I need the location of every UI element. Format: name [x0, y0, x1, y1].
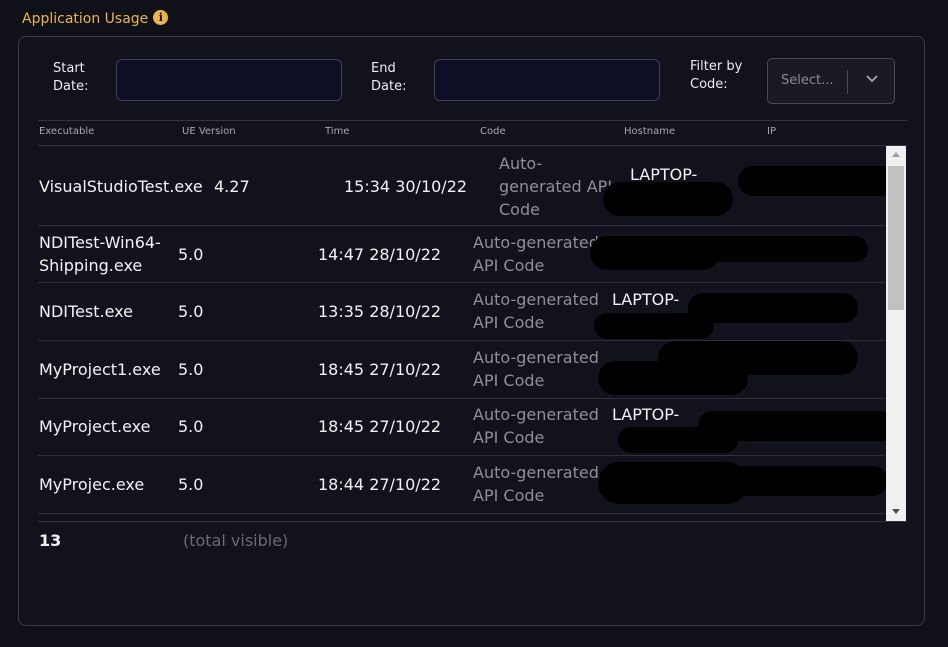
cell-code-line1: Auto-generated: [473, 290, 599, 309]
filter-code-label: Filter by Code:: [690, 58, 742, 94]
cell-hostname: LAPTOP-: [612, 290, 680, 309]
cell-code: Auto-generated API Code: [473, 461, 599, 507]
usage-panel: Start Date: End Date: Filter by Code: Se…: [18, 36, 925, 626]
start-date-input[interactable]: [116, 59, 342, 101]
table-row[interactable]: NDITest-Win64- Shipping.exe 5.0 14:47 28…: [38, 226, 885, 283]
cell-executable-line1: NDITest-Win64-: [39, 233, 161, 252]
cell-code: Auto-generated API Code: [473, 288, 599, 334]
redaction-mark: [603, 182, 733, 216]
select-separator: [847, 70, 848, 94]
cell-code-line2: API Code: [473, 428, 545, 447]
cell-ue-version: 4.27: [214, 177, 250, 196]
cell-time: 13:35 28/10/22: [318, 302, 442, 321]
code-filter-select[interactable]: Select...: [767, 58, 895, 104]
cell-code-line1: Auto-generated: [473, 463, 599, 482]
cell-code-line1: Auto-: [499, 154, 543, 173]
cell-ue-version: 5.0: [178, 245, 204, 264]
cell-time: 18:45 27/10/22: [318, 417, 442, 436]
cell-time: 18:44 27/10/22: [318, 475, 442, 494]
redaction-mark: [738, 166, 898, 196]
cell-code: Auto- generated API Code: [499, 152, 612, 221]
column-header-code[interactable]: Code: [480, 126, 506, 137]
chevron-down-icon[interactable]: [864, 71, 880, 87]
cell-executable: NDITest.exe: [39, 302, 133, 321]
start-date-label-line1: Start: [53, 61, 85, 76]
cell-code-line2: API Code: [473, 371, 545, 390]
scroll-up-arrow-icon[interactable]: [886, 146, 906, 164]
column-header-hostname[interactable]: Hostname: [624, 126, 675, 137]
redaction-mark: [658, 341, 858, 375]
cell-executable: NDITest-Win64- Shipping.exe: [39, 231, 161, 277]
start-date-label-line2: Date:: [53, 79, 89, 94]
cell-time: 15:34 30/10/22: [344, 177, 468, 196]
table-row[interactable]: MyProjec.exe 5.0 18:44 27/10/22 Auto-gen…: [38, 456, 888, 514]
header-top-divider: [38, 120, 907, 121]
section-title: Application Usage: [22, 11, 149, 27]
cell-ue-version: 5.0: [178, 360, 204, 379]
table-row[interactable]: MyProject1.exe 5.0 18:45 27/10/22 Auto-g…: [38, 341, 885, 399]
redaction-mark: [698, 411, 904, 441]
section-header: Application Usage i: [22, 9, 169, 27]
total-visible-label: (total visible): [183, 531, 289, 550]
start-date-label: Start Date:: [53, 60, 88, 96]
table-bottom-divider: [38, 521, 907, 522]
cell-executable: MyProject.exe: [39, 417, 151, 436]
column-header-time[interactable]: Time: [325, 126, 349, 137]
column-header-ue-version[interactable]: UE Version: [182, 126, 236, 137]
cell-code-line3: Code: [499, 200, 540, 219]
cell-code-line1: Auto-generated: [473, 348, 599, 367]
cell-executable-line2: Shipping.exe: [39, 256, 143, 275]
table-row[interactable]: MyProject.exe 5.0 18:45 27/10/22 Auto-ge…: [38, 399, 904, 456]
cell-executable: MyProject1.exe: [39, 360, 161, 379]
cell-code: Auto-generated API Code: [473, 403, 599, 449]
cell-executable: VisualStudioTest.exe: [39, 177, 203, 196]
cell-ue-version: 5.0: [178, 417, 204, 436]
table-scrollbar[interactable]: [886, 146, 906, 521]
redaction-mark: [728, 466, 888, 496]
end-date-label-line1: End: [371, 61, 396, 76]
column-header-ip[interactable]: IP: [767, 126, 776, 137]
cell-time: 14:47 28/10/22: [318, 245, 442, 264]
code-select-placeholder: Select...: [781, 73, 834, 88]
cell-time: 18:45 27/10/22: [318, 360, 442, 379]
info-icon[interactable]: i: [153, 9, 169, 25]
cell-code-line2: API Code: [473, 313, 545, 332]
filter-code-label-line1: Filter by: [690, 59, 743, 74]
end-date-label: End Date:: [371, 60, 406, 96]
cell-code-line2: API Code: [473, 486, 545, 505]
end-date-label-line2: Date:: [371, 79, 407, 94]
scroll-down-arrow-icon[interactable]: [886, 503, 906, 521]
cell-ue-version: 5.0: [178, 475, 204, 494]
cell-code-line1: Auto-generated: [473, 405, 599, 424]
table-row[interactable]: VisualStudioTest.exe 4.27 15:34 30/10/22…: [38, 146, 898, 226]
cell-hostname: LAPTOP-: [612, 405, 680, 424]
redaction-mark: [598, 462, 748, 504]
cell-code: Auto-generated API Code: [473, 231, 599, 277]
usage-table-body: VisualStudioTest.exe 4.27 15:34 30/10/22…: [38, 146, 904, 521]
filter-code-label-line2: Code:: [690, 77, 728, 92]
cell-code-line2: generated API: [499, 177, 613, 196]
redaction-mark: [688, 293, 858, 323]
column-header-executable[interactable]: Executable: [39, 126, 94, 137]
cell-ue-version: 5.0: [178, 302, 204, 321]
scrollbar-thumb[interactable]: [888, 166, 904, 310]
cell-code-line1: Auto-generated: [473, 233, 599, 252]
end-date-input[interactable]: [434, 59, 660, 101]
cell-code-line2: API Code: [473, 256, 545, 275]
table-row[interactable]: NDITest.exe 5.0 13:35 28/10/22 Auto-gene…: [38, 283, 885, 341]
cell-executable: MyProjec.exe: [39, 475, 145, 494]
redaction-mark: [688, 236, 868, 262]
cell-code: Auto-generated API Code: [473, 346, 599, 392]
total-visible-count: 13: [39, 531, 62, 550]
